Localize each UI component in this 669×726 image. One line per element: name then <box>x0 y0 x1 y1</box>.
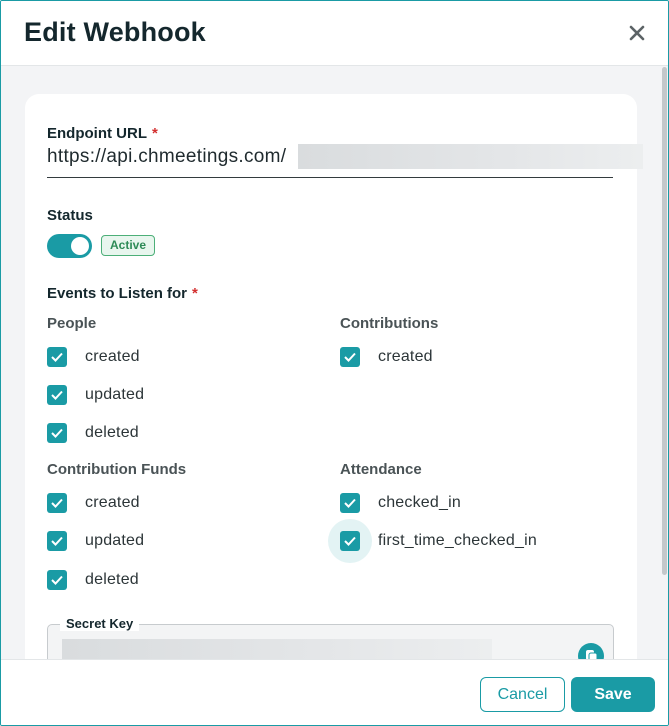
check-icon <box>344 498 356 508</box>
check-icon <box>51 352 63 362</box>
copy-icon <box>586 650 598 659</box>
save-button[interactable]: Save <box>571 677 655 712</box>
check-icon <box>51 575 63 585</box>
required-mark: * <box>192 285 198 302</box>
checkbox[interactable] <box>340 493 360 513</box>
check-icon <box>51 390 63 400</box>
checkbox[interactable] <box>340 531 360 551</box>
dialog-header: Edit Webhook <box>1 1 668 66</box>
endpoint-url-label: Endpoint URL * <box>47 125 158 142</box>
redacted-url-part <box>298 144 643 169</box>
close-icon <box>629 25 645 41</box>
dialog-body: Endpoint URL * https://api.chmeetings.com… <box>1 67 668 659</box>
events-label-text: Events to Listen for <box>47 285 188 302</box>
group-title-people: People <box>47 315 97 332</box>
dialog-footer: Cancel Save <box>1 659 668 725</box>
endpoint-url-label-text: Endpoint URL <box>47 125 147 142</box>
secret-key-label: Secret Key <box>60 616 140 631</box>
webhook-form-card: Endpoint URL * https://api.chmeetings.com… <box>25 94 643 659</box>
check-icon <box>51 498 63 508</box>
check-icon <box>51 536 63 546</box>
check-icon <box>344 536 356 546</box>
close-button[interactable] <box>625 21 649 45</box>
status-toggle[interactable] <box>47 234 92 258</box>
edit-webhook-dialog: Edit Webhook Endpoint URL * https://api.c… <box>0 0 669 726</box>
dialog-title: Edit Webhook <box>24 17 206 47</box>
checkbox-label: deleted <box>85 571 139 588</box>
events-label: Events to Listen for * <box>47 285 198 302</box>
checkbox-label: first_time_checked_in <box>378 532 537 549</box>
checkbox-label: created <box>85 494 140 511</box>
checkbox[interactable] <box>47 493 67 513</box>
checkbox-label: created <box>378 348 433 365</box>
check-icon <box>344 352 356 362</box>
checkbox-label: created <box>85 348 140 365</box>
scrollbar-thumb[interactable] <box>662 67 667 575</box>
checkbox-label: checked_in <box>378 494 461 511</box>
checkbox[interactable] <box>47 531 67 551</box>
endpoint-url-field[interactable]: https://api.chmeetings.com/ <box>47 144 643 178</box>
toggle-knob <box>71 237 89 255</box>
endpoint-url-value: https://api.chmeetings.com/ <box>47 146 287 167</box>
checkbox[interactable] <box>47 347 67 367</box>
group-title-contributions: Contributions <box>340 315 439 332</box>
secret-key-field[interactable]: Secret Key <box>47 616 614 659</box>
checkbox-label: updated <box>85 386 145 403</box>
status-label: Status <box>47 207 93 224</box>
checkbox[interactable] <box>47 385 67 405</box>
checkbox[interactable] <box>47 570 67 590</box>
redacted-secret-key <box>62 639 492 659</box>
checkbox[interactable] <box>340 347 360 367</box>
checkbox-label: deleted <box>85 424 139 441</box>
checkbox[interactable] <box>47 423 67 443</box>
checkbox-label: updated <box>85 532 145 549</box>
status-badge: Active <box>101 235 156 256</box>
copy-secret-button[interactable] <box>578 643 604 659</box>
group-title-contribution-funds: Contribution Funds <box>47 461 187 478</box>
cancel-button[interactable]: Cancel <box>480 677 565 712</box>
required-mark: * <box>151 125 158 142</box>
check-icon <box>51 428 63 438</box>
group-title-attendance: Attendance <box>340 461 422 478</box>
